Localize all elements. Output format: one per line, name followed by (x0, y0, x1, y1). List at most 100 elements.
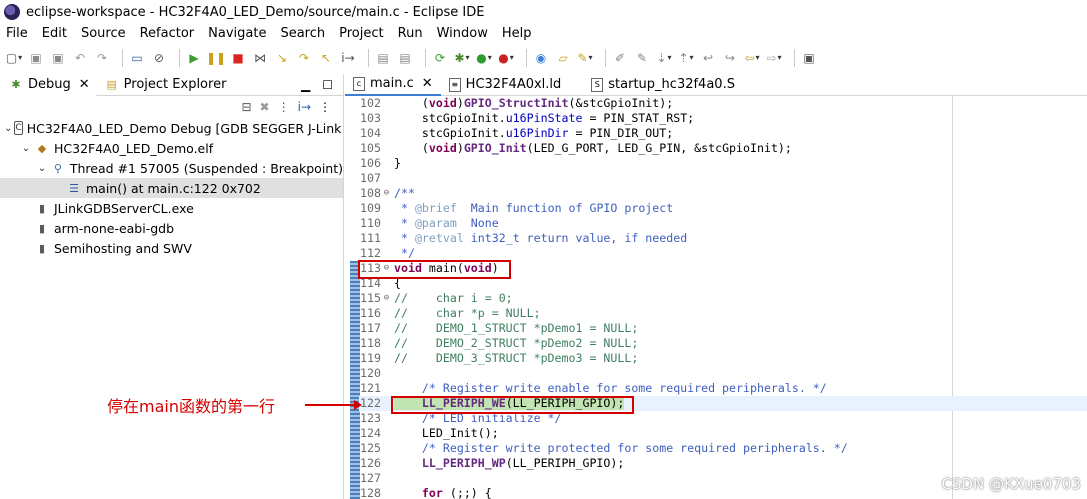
back-icon[interactable]: ⇦ ▾ (744, 50, 760, 66)
fold-toggle-icon (381, 246, 392, 261)
open-folder-icon[interactable]: ▱ (555, 50, 571, 66)
fold-toggle-icon (381, 156, 392, 171)
prev-annotation-icon[interactable]: ⇡ ▾ (678, 50, 694, 66)
terminal-icon[interactable]: ▭ (129, 50, 145, 66)
code-editor: c main.c ✕ ≡ HC32F4A0xl.ld S startup_hc3… (345, 73, 1087, 499)
fold-toggle-icon (381, 126, 392, 141)
build-all-icon[interactable]: ▤ (397, 50, 413, 66)
step-over-icon[interactable]: ↷ (296, 50, 312, 66)
tab-debug[interactable]: ✱ Debug ✕ (0, 73, 96, 96)
expand-chevron-icon[interactable]: ⌄ (20, 143, 32, 154)
tree-item-process[interactable]: ▮ JLinkGDBServerCL.exe (0, 198, 343, 218)
toolbar-separator (605, 49, 606, 67)
line-number: 125 (360, 441, 381, 455)
minimize-icon[interactable]: ▁ (301, 78, 310, 92)
suspend-icon[interactable]: ❚❚ (206, 50, 226, 66)
external-tools-icon[interactable]: ⟳ (432, 50, 448, 66)
run-external-icon[interactable]: ● ▾ (498, 50, 514, 66)
tree-item-process[interactable]: ▮ Semihosting and SWV (0, 238, 343, 258)
expand-chevron-icon[interactable]: ⌄ (36, 163, 48, 174)
menu-run[interactable]: Run (398, 26, 423, 41)
view-menu-icon[interactable]: ⋮ (278, 100, 290, 114)
menu-source[interactable]: Source (81, 26, 126, 41)
new-icon[interactable]: ▢ ▾ (6, 50, 22, 66)
annotate-icon[interactable]: ✎ (634, 50, 650, 66)
open-perspective-icon[interactable]: ▣ (801, 50, 817, 66)
tree-item-elf[interactable]: ⌄ ◆ HC32F4A0_LED_Demo.elf (0, 138, 343, 158)
step-into-icon[interactable]: ↘ (274, 50, 290, 66)
save-all-icon[interactable]: ▣ (50, 50, 66, 66)
resume-icon[interactable]: ▶ (186, 50, 202, 66)
code-text: // DEMO_3_STRUCT *pDemo3 = NULL; (394, 351, 639, 365)
fold-toggle-icon[interactable]: ⊖ (381, 186, 392, 201)
toolbar-separator (122, 49, 123, 67)
tree-item-label: arm-none-eabi-gdb (54, 220, 175, 236)
pen-icon[interactable]: ✐ (612, 50, 628, 66)
terminate-icon[interactable]: ■ (230, 50, 246, 66)
forward-icon[interactable]: ⇨ ▾ (766, 50, 782, 66)
tree-item-process[interactable]: ▮ arm-none-eabi-gdb (0, 218, 343, 238)
save-icon[interactable]: ▣ (28, 50, 44, 66)
debug-view-toolbar: ⊟ ✖ ⋮ i→ ⋮ (0, 96, 343, 118)
line-number: 106 (360, 156, 381, 170)
new-class-icon[interactable]: ◉ (533, 50, 549, 66)
menu-window[interactable]: Window (437, 26, 488, 41)
close-icon[interactable]: ✕ (79, 77, 90, 92)
step-return-icon[interactable]: ↖ (318, 50, 334, 66)
code-line: 124 LED_Init(); (359, 426, 1087, 441)
next-annotation-icon[interactable]: ⇣ ▾ (656, 50, 672, 66)
tab-project-explorer[interactable]: ▤ Project Explorer (96, 74, 233, 96)
menu-edit[interactable]: Edit (42, 26, 67, 41)
redo-icon[interactable]: ↷ (94, 50, 110, 66)
menu-file[interactable]: File (6, 26, 28, 41)
menu-help[interactable]: Help (502, 26, 532, 41)
menu-project[interactable]: Project (339, 26, 383, 41)
build-icon[interactable]: ▤ (375, 50, 391, 66)
last-edit-icon[interactable]: ↩ (700, 50, 716, 66)
debug-icon[interactable]: ✱ ▾ (454, 50, 470, 66)
code-text: /* Register write enable for some requir… (394, 381, 827, 395)
tree-item-thread[interactable]: ⌄ ⚲ Thread #1 57005 (Suspended : Breakpo… (0, 158, 343, 178)
code-lines: 102 (void)GPIO_StructInit(&stcGpioInit);… (359, 96, 1087, 499)
maximize-icon[interactable]: ☐ (322, 78, 333, 92)
fold-toggle-icon (381, 426, 392, 441)
tab-ld-file[interactable]: ≡ HC32F4A0xl.ld (441, 74, 570, 96)
menu-search[interactable]: Search (280, 26, 325, 41)
code-area[interactable]: 102 (void)GPIO_StructInit(&stcGpioInit);… (345, 96, 1087, 499)
view-menu-more-icon[interactable]: ⋮ (319, 100, 331, 114)
tree-item-stack-frame[interactable]: ☰ main() at main.c:122 0x702 (0, 178, 343, 198)
toolbar-separator (794, 49, 795, 67)
line-number: 111 (360, 231, 381, 245)
menu-refactor[interactable]: Refactor (140, 26, 195, 41)
skip-breakpoints-icon[interactable]: ⊘ (151, 50, 167, 66)
undo-icon[interactable]: ↶ (72, 50, 88, 66)
thread-icon: ⚲ (53, 161, 62, 175)
disconnect-icon[interactable]: ⋈ (252, 50, 268, 66)
code-line: 111 * @retval int32_t return value, if n… (359, 231, 1087, 246)
fold-toggle-icon (381, 216, 392, 231)
text-file-icon: ≡ (448, 77, 461, 92)
highlight-main-decl (358, 260, 511, 279)
code-line: 109 * @brief Main function of GPIO proje… (359, 201, 1087, 216)
line-number: 104 (360, 126, 381, 140)
remove-terminated-icon[interactable]: ✖ (260, 100, 270, 114)
instruction-step-icon[interactable]: i→ (340, 50, 356, 66)
collapse-all-icon[interactable]: ⊟ (241, 100, 251, 114)
line-number: 128 (360, 486, 381, 499)
menu-navigate[interactable]: Navigate (208, 26, 266, 41)
window-title: eclipse-workspace - HC32F4A0_LED_Demo/so… (26, 4, 485, 20)
fold-toggle-icon[interactable]: ⊖ (381, 291, 392, 306)
launch-config-icon: C (14, 121, 23, 135)
close-icon[interactable]: ✕ (422, 76, 433, 91)
tree-item-launch[interactable]: ⌄ C HC32F4A0_LED_Demo Debug [GDB SEGGER … (0, 118, 355, 138)
instruction-stepping-icon[interactable]: i→ (298, 100, 311, 114)
forward-edit-icon[interactable]: ↪ (722, 50, 738, 66)
tab-startup-s[interactable]: S startup_hc32f4a0.S (583, 74, 743, 96)
search-tool-icon[interactable]: ✎ ▾ (577, 50, 593, 66)
left-tab-bar: ✱ Debug ✕ ▤ Project Explorer ▁ ☐ (0, 73, 343, 96)
code-text: (void)GPIO_Init(LED_G_PORT, LED_G_PIN, &… (394, 141, 792, 155)
run-icon[interactable]: ● ▾ (476, 50, 492, 66)
tab-main-c[interactable]: c main.c ✕ (345, 73, 441, 96)
code-text: * @param None (394, 216, 499, 230)
expand-chevron-icon[interactable]: ⌄ (4, 123, 12, 134)
